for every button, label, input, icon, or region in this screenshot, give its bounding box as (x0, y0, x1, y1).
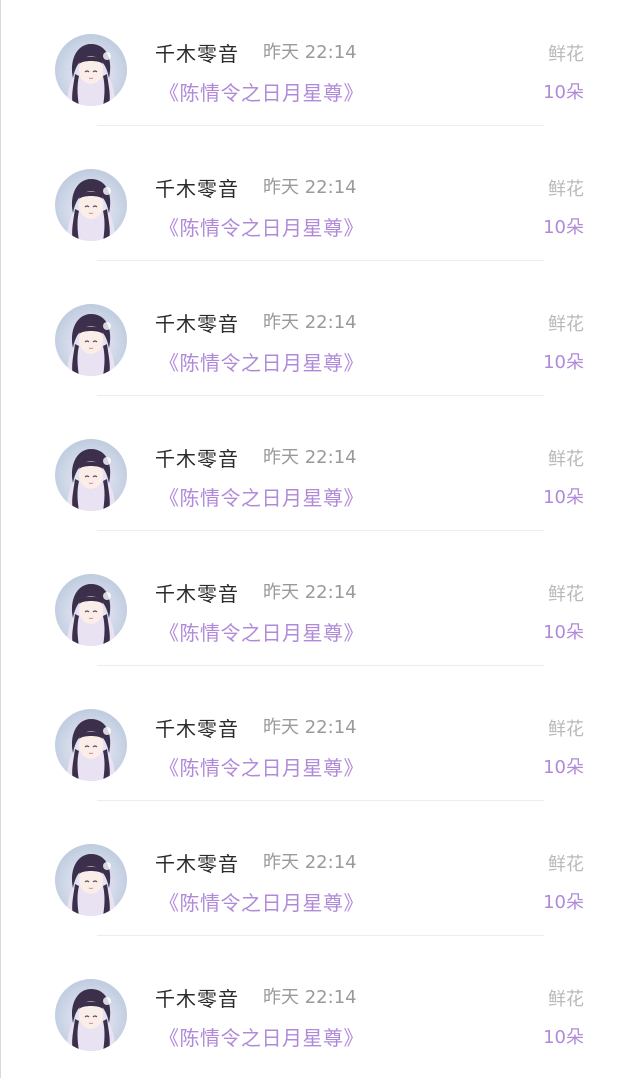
avatar-anime-girl-icon (55, 709, 127, 781)
list-item[interactable]: 千木零音 昨天 22:14 《陈情令之日月星尊》 鲜花 10朵 (1, 540, 640, 675)
book-title-link[interactable]: 《陈情令之日月星尊》 (159, 617, 364, 646)
gift-count: 10朵 (543, 622, 584, 643)
user-avatar[interactable] (55, 709, 127, 781)
gift-type-label: 鲜花 (548, 989, 584, 1010)
gift-type-label: 鲜花 (548, 179, 584, 200)
user-avatar[interactable] (55, 979, 127, 1051)
avatar-anime-girl-icon (55, 439, 127, 511)
avatar-anime-girl-icon (55, 574, 127, 646)
gift-count: 10朵 (543, 82, 584, 103)
gift-count: 10朵 (543, 757, 584, 778)
timestamp: 昨天 22:14 (263, 447, 357, 468)
gift-type-label: 鲜花 (548, 854, 584, 875)
timestamp: 昨天 22:14 (263, 42, 357, 63)
gift-count: 10朵 (543, 217, 584, 238)
avatar-anime-girl-icon (55, 304, 127, 376)
user-name[interactable]: 千木零音 (155, 308, 239, 337)
book-title-link[interactable]: 《陈情令之日月星尊》 (159, 347, 364, 376)
book-title-link[interactable]: 《陈情令之日月星尊》 (159, 77, 364, 106)
list-item[interactable]: 千木零音 昨天 22:14 《陈情令之日月星尊》 鲜花 10朵 (1, 675, 640, 810)
book-title-link[interactable]: 《陈情令之日月星尊》 (159, 752, 364, 781)
user-avatar[interactable] (55, 34, 127, 106)
gift-count: 10朵 (543, 487, 584, 508)
user-avatar[interactable] (55, 844, 127, 916)
user-avatar[interactable] (55, 169, 127, 241)
avatar-anime-girl-icon (55, 979, 127, 1051)
user-name[interactable]: 千木零音 (155, 848, 239, 877)
gift-type-label: 鲜花 (548, 44, 584, 65)
user-avatar[interactable] (55, 439, 127, 511)
timestamp: 昨天 22:14 (263, 987, 357, 1008)
user-name[interactable]: 千木零音 (155, 173, 239, 202)
list-item[interactable]: 千木零音 昨天 22:14 《陈情令之日月星尊》 鲜花 10朵 (1, 405, 640, 540)
list-item[interactable]: 千木零音 昨天 22:14 《陈情令之日月星尊》 鲜花 10朵 (1, 810, 640, 945)
gift-record-list: 千木零音 昨天 22:14 《陈情令之日月星尊》 鲜花 10朵 千木零音 昨天 … (0, 0, 640, 1078)
avatar-anime-girl-icon (55, 844, 127, 916)
timestamp: 昨天 22:14 (263, 312, 357, 333)
gift-count: 10朵 (543, 352, 584, 373)
user-name[interactable]: 千木零音 (155, 983, 239, 1012)
list-item[interactable]: 千木零音 昨天 22:14 《陈情令之日月星尊》 鲜花 10朵 (1, 0, 640, 135)
gift-type-label: 鲜花 (548, 449, 584, 470)
book-title-link[interactable]: 《陈情令之日月星尊》 (159, 482, 364, 511)
gift-type-label: 鲜花 (548, 584, 584, 605)
user-name[interactable]: 千木零音 (155, 443, 239, 472)
user-avatar[interactable] (55, 574, 127, 646)
avatar-anime-girl-icon (55, 34, 127, 106)
user-name[interactable]: 千木零音 (155, 578, 239, 607)
user-avatar[interactable] (55, 304, 127, 376)
list-item[interactable]: 千木零音 昨天 22:14 《陈情令之日月星尊》 鲜花 10朵 (1, 270, 640, 405)
book-title-link[interactable]: 《陈情令之日月星尊》 (159, 887, 364, 916)
list-item[interactable]: 千木零音 昨天 22:14 《陈情令之日月星尊》 鲜花 10朵 (1, 945, 640, 1080)
user-name[interactable]: 千木零音 (155, 38, 239, 67)
gift-count: 10朵 (543, 892, 584, 913)
user-name[interactable]: 千木零音 (155, 713, 239, 742)
list-item[interactable]: 千木零音 昨天 22:14 《陈情令之日月星尊》 鲜花 10朵 (1, 135, 640, 270)
timestamp: 昨天 22:14 (263, 717, 357, 738)
timestamp: 昨天 22:14 (263, 582, 357, 603)
book-title-link[interactable]: 《陈情令之日月星尊》 (159, 1022, 364, 1051)
timestamp: 昨天 22:14 (263, 852, 357, 873)
gift-count: 10朵 (543, 1027, 584, 1048)
avatar-anime-girl-icon (55, 169, 127, 241)
gift-type-label: 鲜花 (548, 719, 584, 740)
book-title-link[interactable]: 《陈情令之日月星尊》 (159, 212, 364, 241)
timestamp: 昨天 22:14 (263, 177, 357, 198)
gift-type-label: 鲜花 (548, 314, 584, 335)
